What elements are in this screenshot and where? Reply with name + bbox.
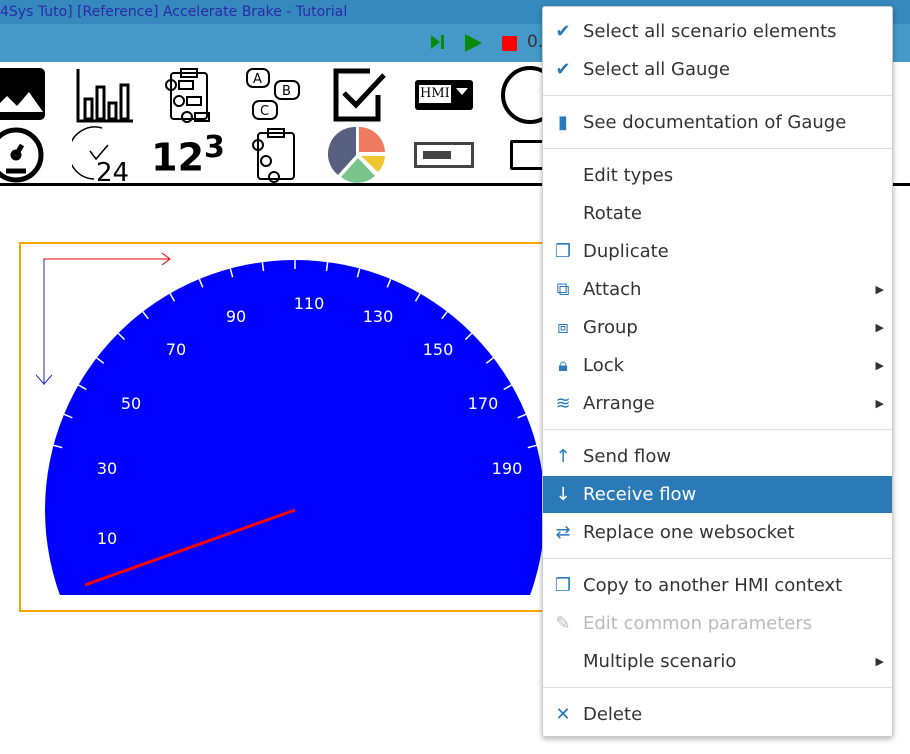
arrow-up-icon: ↑ xyxy=(555,446,571,467)
menu-item-label: Edit common parameters xyxy=(583,613,813,634)
menu-item-edit-common-parameters[interactable]: ✎ Edit common parameters xyxy=(543,605,892,642)
gauge-label: 70 xyxy=(166,340,186,359)
menu-item-label: Delete xyxy=(583,704,643,725)
lock-icon: 🔒︎ xyxy=(558,355,568,376)
double-check-icon: ✔ xyxy=(555,59,571,80)
svg-text:C: C xyxy=(260,104,269,119)
svg-text:A: A xyxy=(253,72,262,87)
menu-item-label: Attach xyxy=(583,279,642,300)
menu-divider xyxy=(543,429,892,430)
step-forward-icon[interactable] xyxy=(431,34,445,50)
gauge-label: 30 xyxy=(97,459,117,478)
stop-icon[interactable] xyxy=(502,36,518,52)
gauge-label: 130 xyxy=(363,307,394,326)
number-123-widget-icon[interactable]: 123 xyxy=(151,126,225,184)
gauge-label: 170 xyxy=(468,394,499,413)
pencil-icon: ✎ xyxy=(555,613,571,634)
checkbox-widget-icon[interactable] xyxy=(330,66,390,124)
bar-chart-widget-icon[interactable] xyxy=(75,66,135,124)
image-widget-icon[interactable] xyxy=(0,66,48,124)
menu-item-duplicate[interactable]: ❐ Duplicate xyxy=(543,233,892,270)
menu-divider xyxy=(543,95,892,96)
menu-item-label: Group xyxy=(583,317,638,338)
menu-item-label: Replace one websocket xyxy=(583,522,795,543)
group-icon: ⧈ xyxy=(557,317,569,338)
menu-item-label: Lock xyxy=(583,355,625,376)
menu-item-label: Receive flow xyxy=(583,484,697,505)
play-icon[interactable] xyxy=(465,34,483,52)
book-icon: ▮ xyxy=(558,112,568,133)
menu-item-delete[interactable]: ✕ Delete xyxy=(543,696,892,733)
gauge-label: 50 xyxy=(121,394,141,413)
svg-text:B: B xyxy=(282,84,291,99)
submenu-arrow-icon: ▶ xyxy=(875,397,884,410)
menu-item-group[interactable]: ⧈ Group ▶ xyxy=(543,309,892,346)
menu-item-label: Edit types xyxy=(583,165,674,186)
menu-item-rotate[interactable]: Rotate xyxy=(543,195,892,232)
layers-icon: ≋ xyxy=(555,393,571,414)
menu-item-label: Multiple scenario xyxy=(583,651,737,672)
menu-item-label: Send flow xyxy=(583,446,672,467)
svg-text:24: 24 xyxy=(96,158,129,185)
gauge-widget-icon[interactable] xyxy=(0,126,48,184)
pie-chart-widget-icon[interactable] xyxy=(328,126,388,184)
copy-icon: ❐ xyxy=(554,575,572,596)
menu-item-select-all-scenario-elements[interactable]: ✔ Select all scenario elements xyxy=(543,13,892,50)
menu-divider xyxy=(543,148,892,149)
clock-24-widget-icon[interactable]: 24 xyxy=(72,126,132,185)
gauge-label: 90 xyxy=(226,307,246,326)
context-menu: ✔ Select all scenario elements ✔ Select all… xyxy=(542,6,893,737)
menu-item-label: Select all scenario elements xyxy=(583,21,837,42)
menu-item-attach[interactable]: ⧉ Attach ▶ xyxy=(543,271,892,308)
submenu-arrow-icon: ▶ xyxy=(875,321,884,334)
submenu-arrow-icon: ▶ xyxy=(875,655,884,668)
menu-item-receive-flow[interactable]: ↓ Receive flow xyxy=(543,476,892,513)
menu-item-multiple-scenario[interactable]: Multiple scenario ▶ xyxy=(543,643,892,680)
attach-icon: ⧉ xyxy=(556,279,570,300)
menu-item-send-flow[interactable]: ↑ Send flow xyxy=(543,438,892,475)
copy-icon: ❐ xyxy=(554,241,572,262)
menu-item-label: Arrange xyxy=(583,393,655,414)
menu-item-arrange[interactable]: ≋ Arrange ▶ xyxy=(543,385,892,422)
gauge-svg: 10 30 50 70 90 110 130 150 170 190 xyxy=(35,252,545,595)
close-icon: ✕ xyxy=(555,704,571,725)
progress-bar-widget-icon[interactable] xyxy=(414,126,474,184)
swap-icon: ⇄ xyxy=(555,522,571,543)
clipboard-list-widget-icon[interactable] xyxy=(158,66,218,124)
menu-item-lock[interactable]: 🔒︎ Lock ▶ xyxy=(543,347,892,384)
gauge-label: 150 xyxy=(423,340,454,359)
abc-buttons-widget-icon[interactable]: A BC xyxy=(245,66,305,124)
arrow-down-icon: ↓ xyxy=(555,484,571,505)
menu-item-label: Rotate xyxy=(583,203,642,224)
menu-divider xyxy=(543,558,892,559)
hmi-dropdown-widget-icon[interactable]: HMI xyxy=(414,66,474,124)
gauge-label: 190 xyxy=(492,459,523,478)
menu-item-label: Select all Gauge xyxy=(583,59,730,80)
menu-item-edit-types[interactable]: Edit types xyxy=(543,157,892,194)
menu-item-label: See documentation of Gauge xyxy=(583,112,847,133)
menu-item-see-documentation-of-gauge[interactable]: ▮ See documentation of Gauge xyxy=(543,104,892,141)
menu-divider xyxy=(543,687,892,688)
gauge-label: 110 xyxy=(294,294,325,313)
clipboard-list-2-widget-icon[interactable] xyxy=(245,126,305,184)
submenu-arrow-icon: ▶ xyxy=(875,359,884,372)
time-readout: 0. xyxy=(527,32,544,52)
menu-item-label: Duplicate xyxy=(583,241,669,262)
gauge-label: 10 xyxy=(97,529,117,548)
submenu-arrow-icon: ▶ xyxy=(875,283,884,296)
menu-item-copy-to-another-hmi-context[interactable]: ❐ Copy to another HMI context xyxy=(543,567,892,604)
double-check-icon: ✔ xyxy=(555,21,571,42)
menu-item-replace-one-websocket[interactable]: ⇄ Replace one websocket xyxy=(543,514,892,551)
menu-item-label: Copy to another HMI context xyxy=(583,575,843,596)
menu-item-select-all-gauge[interactable]: ✔ Select all Gauge xyxy=(543,51,892,88)
